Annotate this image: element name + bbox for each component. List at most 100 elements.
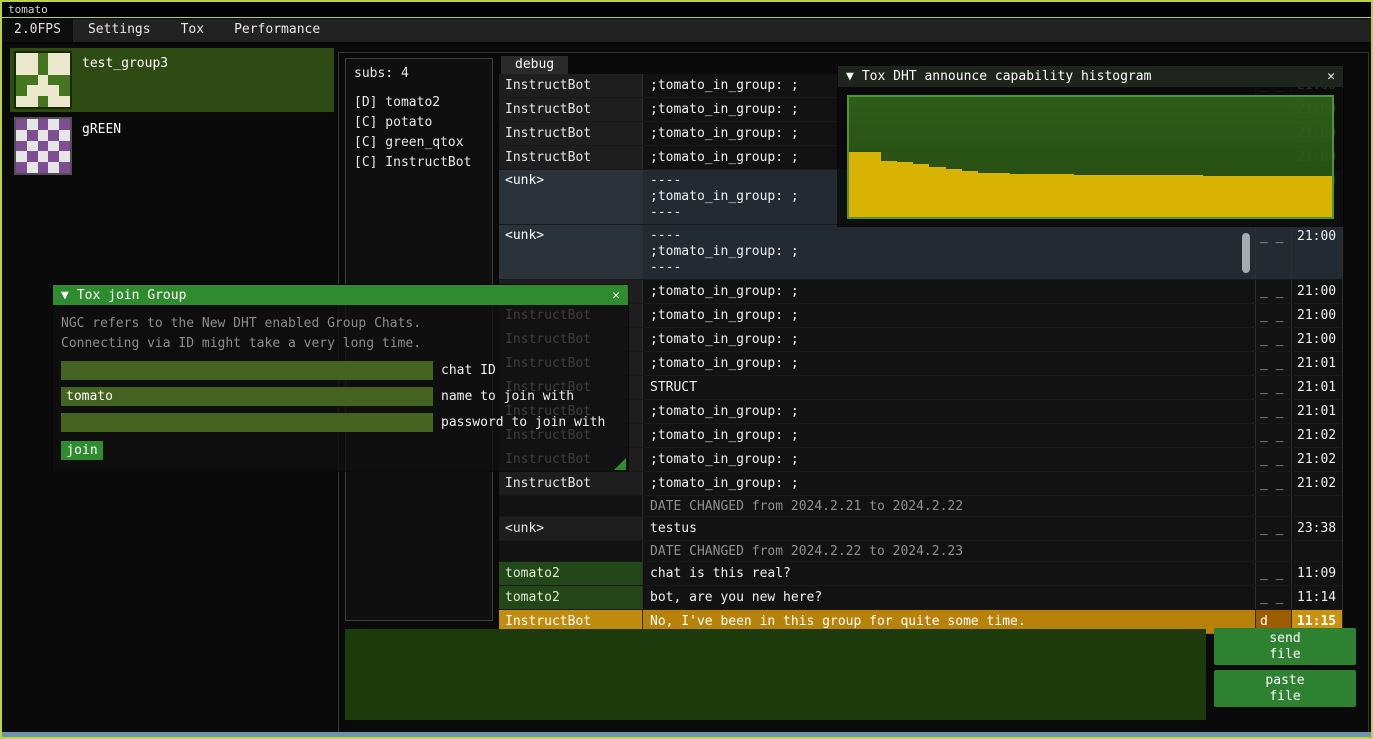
chat-delivery-flags bbox=[1255, 541, 1291, 561]
window-titlebar: tomato bbox=[2, 2, 1371, 18]
chat-delivery-flags: _ _ bbox=[1255, 472, 1291, 495]
chat-id-label: chat ID bbox=[441, 363, 496, 378]
chat-sender: tomato2 bbox=[499, 562, 642, 585]
chat-sender bbox=[499, 496, 642, 516]
chat-delivery-flags: _ _ bbox=[1255, 424, 1291, 447]
fps-counter: 2.0FPS bbox=[2, 19, 73, 42]
chat-message-text: DATE CHANGED from 2024.2.22 to 2024.2.23 bbox=[642, 541, 1255, 561]
chat-timestamp: 21:01 bbox=[1291, 400, 1342, 423]
chat-delivery-flags: _ _ bbox=[1255, 352, 1291, 375]
subs-list-item[interactable]: [D] tomato2 bbox=[354, 93, 484, 113]
chat-sender: <unk> bbox=[499, 225, 642, 279]
join-group-titlebar[interactable]: ▼ Tox join Group ✕ bbox=[53, 285, 628, 305]
chat-delivery-flags: _ _ bbox=[1255, 328, 1291, 351]
chat-row[interactable]: InstructBot ;tomato_in_group: ; _ _ 21:0… bbox=[499, 472, 1342, 496]
close-icon[interactable]: ✕ bbox=[1327, 69, 1335, 84]
window-title: tomato bbox=[8, 3, 48, 16]
chat-sender: <unk> bbox=[499, 170, 642, 224]
subs-list-item[interactable]: [C] potato bbox=[354, 113, 484, 133]
chat-scrollbar-thumb[interactable] bbox=[1242, 233, 1250, 273]
chat-sender: InstructBot bbox=[499, 472, 642, 495]
chat-message-text: bot, are you new here? bbox=[642, 586, 1255, 609]
chat-row[interactable]: <unk> ---- ;tomato_in_group: ; ---- _ _ … bbox=[499, 225, 1342, 280]
join-group-title: Tox join Group bbox=[77, 288, 187, 303]
chat-message-text: ;tomato_in_group: ; bbox=[642, 280, 1255, 303]
subs-list-item[interactable]: [C] green_qtox bbox=[354, 133, 484, 153]
chat-timestamp: 21:02 bbox=[1291, 472, 1342, 495]
chat-timestamp: 21:01 bbox=[1291, 352, 1342, 375]
collapse-icon[interactable]: ▼ bbox=[846, 69, 854, 84]
subs-list-item[interactable]: [C] InstructBot bbox=[354, 153, 484, 173]
chat-row[interactable]: DATE CHANGED from 2024.2.21 to 2024.2.22 bbox=[499, 496, 1342, 517]
chat-delivery-flags: _ _ bbox=[1255, 562, 1291, 585]
join-group-body: NGC refers to the New DHT enabled Group … bbox=[53, 305, 628, 472]
join-group-window: ▼ Tox join Group ✕ NGC refers to the New… bbox=[52, 284, 629, 472]
chat-delivery-flags: _ _ bbox=[1255, 376, 1291, 399]
join-password-label: password to join with bbox=[441, 415, 605, 430]
chat-timestamp: 11:09 bbox=[1291, 562, 1342, 585]
group-name: gREEN bbox=[82, 122, 121, 137]
chat-row[interactable]: DATE CHANGED from 2024.2.22 to 2024.2.23 bbox=[499, 541, 1342, 562]
message-input[interactable] bbox=[345, 629, 1206, 720]
resize-grip-icon[interactable] bbox=[614, 458, 626, 470]
chat-message-text: STRUCT bbox=[642, 376, 1255, 399]
dht-histogram-bars bbox=[849, 97, 1332, 217]
dht-histogram-chart bbox=[847, 95, 1334, 219]
chat-message-text: testus bbox=[642, 517, 1255, 540]
chat-message-text: ;tomato_in_group: ; bbox=[642, 472, 1255, 495]
join-password-input[interactable] bbox=[61, 413, 433, 432]
subs-header: subs: 4 bbox=[354, 66, 484, 81]
chat-delivery-flags: _ _ bbox=[1255, 400, 1291, 423]
dht-histogram-title: Tox DHT announce capability histogram bbox=[862, 69, 1152, 84]
close-icon[interactable]: ✕ bbox=[612, 288, 620, 303]
chat-sender: InstructBot bbox=[499, 122, 642, 145]
chat-id-input[interactable] bbox=[61, 361, 433, 380]
message-composer bbox=[345, 629, 1206, 720]
chat-timestamp: 21:00 bbox=[1291, 328, 1342, 351]
chat-row[interactable]: tomato2 bot, are you new here? _ _ 11:14 bbox=[499, 586, 1342, 610]
chat-timestamp: 11:14 bbox=[1291, 586, 1342, 609]
chat-message-text: ;tomato_in_group: ; bbox=[642, 448, 1255, 471]
chat-delivery-flags bbox=[1255, 496, 1291, 516]
chat-timestamp: 21:01 bbox=[1291, 376, 1342, 399]
group-item-test_group3[interactable]: test_group3 bbox=[10, 48, 334, 112]
chat-message-text: ;tomato_in_group: ; bbox=[642, 328, 1255, 351]
menu-item[interactable]: Settings bbox=[73, 19, 166, 42]
chat-delivery-flags: _ _ bbox=[1255, 517, 1291, 540]
chat-row[interactable]: tomato2 chat is this real? _ _ 11:09 bbox=[499, 562, 1342, 586]
chat-timestamp: 23:38 bbox=[1291, 517, 1342, 540]
chat-timestamp: 21:02 bbox=[1291, 448, 1342, 471]
join-info-line2: Connecting via ID might take a very long… bbox=[61, 334, 620, 354]
chat-delivery-flags: _ _ bbox=[1255, 280, 1291, 303]
chat-sender bbox=[499, 541, 642, 561]
chat-delivery-flags: _ _ bbox=[1255, 448, 1291, 471]
menu-items: Settings Tox Performance bbox=[73, 19, 335, 42]
subs-list: [D] tomato2 [C] potato [C] green_qtox [C… bbox=[354, 93, 484, 173]
group-avatar bbox=[14, 117, 72, 175]
chat-sender: InstructBot bbox=[499, 74, 642, 97]
paste-file-button[interactable]: paste file bbox=[1214, 670, 1356, 707]
app-window: tomato 2.0FPS Settings Tox Performance t… bbox=[0, 0, 1373, 739]
send-file-button[interactable]: send file bbox=[1214, 628, 1356, 665]
chat-message-text: ;tomato_in_group: ; bbox=[642, 304, 1255, 327]
menu-item[interactable]: Performance bbox=[219, 19, 335, 42]
chat-row[interactable]: <unk> testus _ _ 23:38 bbox=[499, 517, 1342, 541]
chat-message-text: ;tomato_in_group: ; bbox=[642, 424, 1255, 447]
chat-message-text: ;tomato_in_group: ; bbox=[642, 352, 1255, 375]
join-button[interactable]: join bbox=[61, 441, 103, 460]
chat-sender: tomato2 bbox=[499, 586, 642, 609]
chat-sender: InstructBot bbox=[499, 98, 642, 121]
tab-debug[interactable]: debug bbox=[501, 56, 568, 74]
group-avatar bbox=[14, 51, 72, 109]
chat-message-text: chat is this real? bbox=[642, 562, 1255, 585]
join-name-input[interactable] bbox=[61, 387, 433, 406]
chat-delivery-flags: _ _ bbox=[1255, 225, 1291, 279]
chat-message-text: ---- ;tomato_in_group: ; ---- bbox=[642, 225, 1255, 279]
chat-timestamp: 21:00 bbox=[1291, 280, 1342, 303]
menu-item[interactable]: Tox bbox=[166, 19, 219, 42]
collapse-icon[interactable]: ▼ bbox=[61, 288, 69, 303]
group-item-green[interactable]: gREEN bbox=[10, 114, 334, 178]
dht-histogram-titlebar[interactable]: ▼ Tox DHT announce capability histogram … bbox=[838, 66, 1343, 87]
join-info-line1: NGC refers to the New DHT enabled Group … bbox=[61, 314, 620, 334]
chat-timestamp: 21:02 bbox=[1291, 424, 1342, 447]
